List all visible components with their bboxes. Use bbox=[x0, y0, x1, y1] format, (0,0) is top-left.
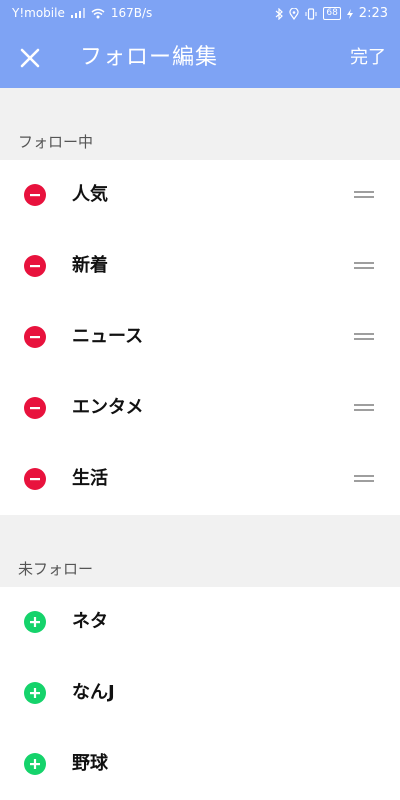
bluetooth-icon bbox=[275, 7, 284, 20]
minus-icon bbox=[30, 407, 40, 410]
done-button[interactable]: 完了 bbox=[350, 46, 386, 70]
list-item: ネタ bbox=[0, 587, 400, 658]
page-title: フォロー編集 bbox=[80, 45, 219, 70]
not-following-section-header: 未フォロー bbox=[0, 547, 400, 587]
location-icon bbox=[289, 7, 299, 20]
minus-icon bbox=[30, 194, 40, 197]
plus-icon bbox=[30, 617, 40, 627]
app-header: フォロー編集 完了 bbox=[0, 28, 400, 88]
drag-handle-icon[interactable] bbox=[354, 258, 374, 274]
not-following-list: ネタ なんJ 野球 bbox=[0, 587, 400, 800]
list-item: なんJ bbox=[0, 658, 400, 729]
list-item: 新着 bbox=[0, 231, 400, 302]
clock: 2:23 bbox=[358, 6, 388, 21]
section-label-not-following: 未フォロー bbox=[18, 560, 94, 578]
carrier-name: Y!mobile bbox=[12, 6, 65, 20]
section-label-following: フォロー中 bbox=[18, 133, 94, 151]
charging-icon bbox=[346, 8, 353, 19]
remove-button[interactable] bbox=[24, 184, 46, 206]
plus-icon bbox=[30, 688, 40, 698]
plus-icon bbox=[30, 759, 40, 769]
list-item-label: 新着 bbox=[72, 255, 108, 276]
signal-icon bbox=[70, 8, 85, 18]
drag-handle-icon[interactable] bbox=[354, 329, 374, 345]
add-button[interactable] bbox=[24, 753, 46, 775]
add-button[interactable] bbox=[24, 611, 46, 633]
network-speed: 167B/s bbox=[110, 6, 153, 20]
following-section-header: フォロー中 bbox=[0, 120, 400, 160]
battery-icon: 68 bbox=[323, 7, 341, 20]
list-item-label: ネタ bbox=[72, 611, 108, 632]
drag-handle-icon[interactable] bbox=[354, 471, 374, 487]
list-item-label: エンタメ bbox=[72, 397, 144, 418]
close-button[interactable] bbox=[12, 40, 48, 76]
list-item: 野球 bbox=[0, 729, 400, 800]
list-item: ニュース bbox=[0, 302, 400, 373]
minus-icon bbox=[30, 336, 40, 339]
close-icon bbox=[20, 48, 40, 68]
minus-icon bbox=[30, 478, 40, 481]
minus-icon bbox=[30, 265, 40, 268]
wifi-icon bbox=[91, 8, 105, 19]
remove-button[interactable] bbox=[24, 255, 46, 277]
list-item-label: 野球 bbox=[72, 753, 108, 774]
following-list: 人気 新着 ニュース エンタメ 生活 bbox=[0, 160, 400, 515]
remove-button[interactable] bbox=[24, 397, 46, 419]
list-item: 生活 bbox=[0, 444, 400, 515]
drag-handle-icon[interactable] bbox=[354, 400, 374, 416]
status-bar: Y!mobile 167B/s 68 2:23 bbox=[0, 0, 400, 28]
status-left: Y!mobile 167B/s bbox=[12, 6, 152, 20]
status-right: 68 2:23 bbox=[275, 6, 388, 21]
list-item-label: ニュース bbox=[72, 326, 144, 347]
follow-edit-screen: Y!mobile 167B/s 68 2:23 フォロー編集 完了 フォロー中 … bbox=[0, 0, 400, 800]
drag-handle-icon[interactable] bbox=[354, 187, 374, 203]
vibrate-icon bbox=[305, 7, 317, 20]
list-item-label: なんJ bbox=[72, 682, 115, 703]
remove-button[interactable] bbox=[24, 468, 46, 490]
remove-button[interactable] bbox=[24, 326, 46, 348]
list-item: 人気 bbox=[0, 160, 400, 231]
add-button[interactable] bbox=[24, 682, 46, 704]
list-item-label: 生活 bbox=[72, 468, 108, 489]
list-item-label: 人気 bbox=[72, 184, 108, 205]
list-item: エンタメ bbox=[0, 373, 400, 444]
